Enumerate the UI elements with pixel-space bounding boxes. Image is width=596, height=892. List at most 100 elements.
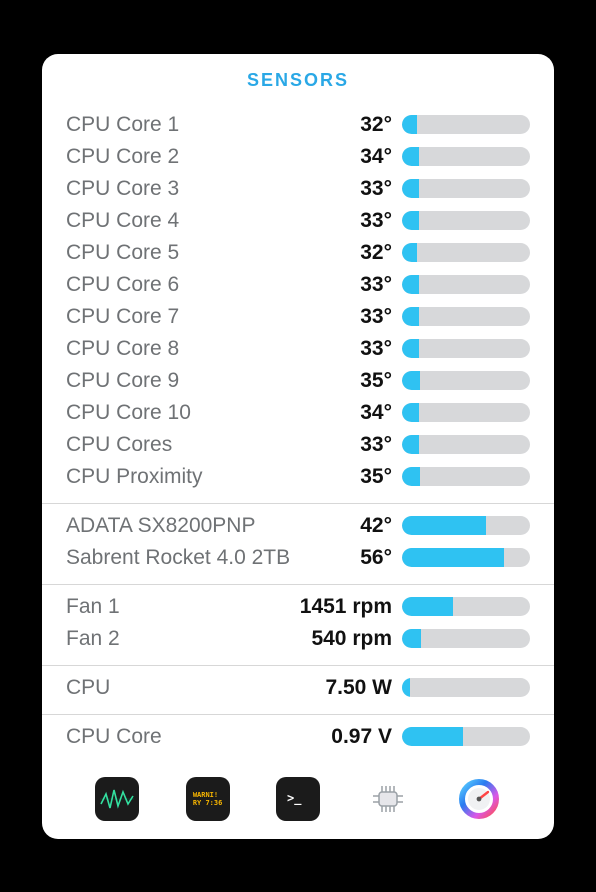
sensor-value: 33° <box>360 337 402 361</box>
sensor-bar <box>402 115 530 134</box>
sensor-bar <box>402 548 530 567</box>
sensor-value: 32° <box>360 113 402 137</box>
sensor-value: 33° <box>360 305 402 329</box>
sensor-row: CPU Core 733° <box>66 301 530 333</box>
sensor-row: CPU7.50 W <box>66 672 530 704</box>
sensor-bar-fill <box>402 115 417 134</box>
sensor-bar <box>402 727 530 746</box>
console-icon[interactable]: WARNI!RY 7:36 <box>186 777 230 821</box>
sensor-bar-fill <box>402 147 419 166</box>
sensor-row: CPU Core 532° <box>66 237 530 269</box>
sensor-bar <box>402 211 530 230</box>
sensor-label: Sabrent Rocket 4.0 2TB <box>66 546 360 570</box>
sensor-label: CPU Core 3 <box>66 177 360 201</box>
sensor-bar-fill <box>402 516 486 535</box>
sensor-value: 35° <box>360 369 402 393</box>
sensor-bar <box>402 597 530 616</box>
sensors-panel: SENSORS CPU Core 132°CPU Core 234°CPU Co… <box>42 54 554 839</box>
svg-text:>_: >_ <box>287 791 302 806</box>
sensor-label: CPU Core 5 <box>66 241 360 265</box>
sensor-row: CPU Core 132° <box>66 109 530 141</box>
sensor-row: CPU Core 333° <box>66 173 530 205</box>
sensor-value: 33° <box>360 177 402 201</box>
sensor-bar-fill <box>402 339 419 358</box>
sensor-label: Fan 1 <box>66 595 300 619</box>
sensor-section: ADATA SX8200PNP42°Sabrent Rocket 4.0 2TB… <box>42 504 554 584</box>
sensor-label: CPU Core 8 <box>66 337 360 361</box>
sensor-row: CPU Core 935° <box>66 365 530 397</box>
sensor-row: CPU Core 433° <box>66 205 530 237</box>
sensor-section: CPU Core0.97 V <box>42 715 554 763</box>
sensor-bar <box>402 371 530 390</box>
sensor-row: CPU Core0.97 V <box>66 721 530 753</box>
sensor-row: Fan 2540 rpm <box>66 623 530 655</box>
sensor-value: 42° <box>360 514 402 538</box>
sensor-label: CPU Core 4 <box>66 209 360 233</box>
sensor-label: CPU Proximity <box>66 465 360 489</box>
sensor-bar <box>402 179 530 198</box>
sensor-row: Sabrent Rocket 4.0 2TB56° <box>66 542 530 574</box>
sensor-bar-fill <box>402 211 419 230</box>
sensor-bar-fill <box>402 371 420 390</box>
sensor-row: CPU Cores33° <box>66 429 530 461</box>
sensor-label: CPU Core 2 <box>66 145 360 169</box>
sensor-row: CPU Core 234° <box>66 141 530 173</box>
sensor-row: CPU Core 1034° <box>66 397 530 429</box>
sensor-bar <box>402 275 530 294</box>
sensor-bar <box>402 516 530 535</box>
sensor-label: CPU Core 6 <box>66 273 360 297</box>
sensor-label: CPU Core 10 <box>66 401 360 425</box>
sensor-bar-fill <box>402 678 410 697</box>
sensor-label: Fan 2 <box>66 627 311 651</box>
sensor-bar-fill <box>402 307 419 326</box>
sensor-bar-fill <box>402 597 453 616</box>
sensor-section: Fan 11451 rpmFan 2540 rpm <box>42 585 554 665</box>
sensor-bar <box>402 339 530 358</box>
sensor-label: CPU Cores <box>66 433 360 457</box>
sensor-section: CPU7.50 W <box>42 666 554 714</box>
sensor-bar <box>402 467 530 486</box>
sensor-bar <box>402 629 530 648</box>
sensor-bar-fill <box>402 275 419 294</box>
sensor-value: 33° <box>360 209 402 233</box>
terminal-icon[interactable]: >_ <box>276 777 320 821</box>
sensor-bar-fill <box>402 179 419 198</box>
sensor-bar <box>402 307 530 326</box>
sensor-value: 34° <box>360 145 402 169</box>
sensor-row: Fan 11451 rpm <box>66 591 530 623</box>
sensor-bar-fill <box>402 243 417 262</box>
sensor-bar-fill <box>402 467 420 486</box>
sensor-bar <box>402 678 530 697</box>
sensor-label: CPU Core 7 <box>66 305 360 329</box>
system-info-icon[interactable] <box>366 777 410 821</box>
sensor-label: CPU Core 1 <box>66 113 360 137</box>
panel-title: SENSORS <box>42 54 554 103</box>
sensor-value: 1451 rpm <box>300 595 402 619</box>
sensor-bar-fill <box>402 435 419 454</box>
sensor-row: CPU Core 833° <box>66 333 530 365</box>
sensor-label: CPU Core 9 <box>66 369 360 393</box>
sensor-value: 33° <box>360 273 402 297</box>
sensor-value: 7.50 W <box>325 676 402 700</box>
sensor-bar-fill <box>402 403 419 422</box>
sensor-row: CPU Core 633° <box>66 269 530 301</box>
sensor-section: CPU Core 132°CPU Core 234°CPU Core 333°C… <box>42 103 554 503</box>
sensor-value: 33° <box>360 433 402 457</box>
sensor-label: ADATA SX8200PNP <box>66 514 360 538</box>
sensor-bar <box>402 403 530 422</box>
sensor-bar <box>402 147 530 166</box>
sensor-value: 32° <box>360 241 402 265</box>
activity-monitor-icon[interactable] <box>95 777 139 821</box>
speedometer-icon[interactable] <box>457 777 501 821</box>
sensor-bar-fill <box>402 548 504 567</box>
sensor-value: 34° <box>360 401 402 425</box>
sensor-value: 0.97 V <box>331 725 402 749</box>
sensor-bar-fill <box>402 629 421 648</box>
sensor-value: 56° <box>360 546 402 570</box>
sensor-bar <box>402 435 530 454</box>
sensor-value: 540 rpm <box>311 627 402 651</box>
sensor-value: 35° <box>360 465 402 489</box>
app-shortcuts-dock: WARNI!RY 7:36 >_ <box>42 763 554 831</box>
sensor-bar <box>402 243 530 262</box>
sensor-row: ADATA SX8200PNP42° <box>66 510 530 542</box>
